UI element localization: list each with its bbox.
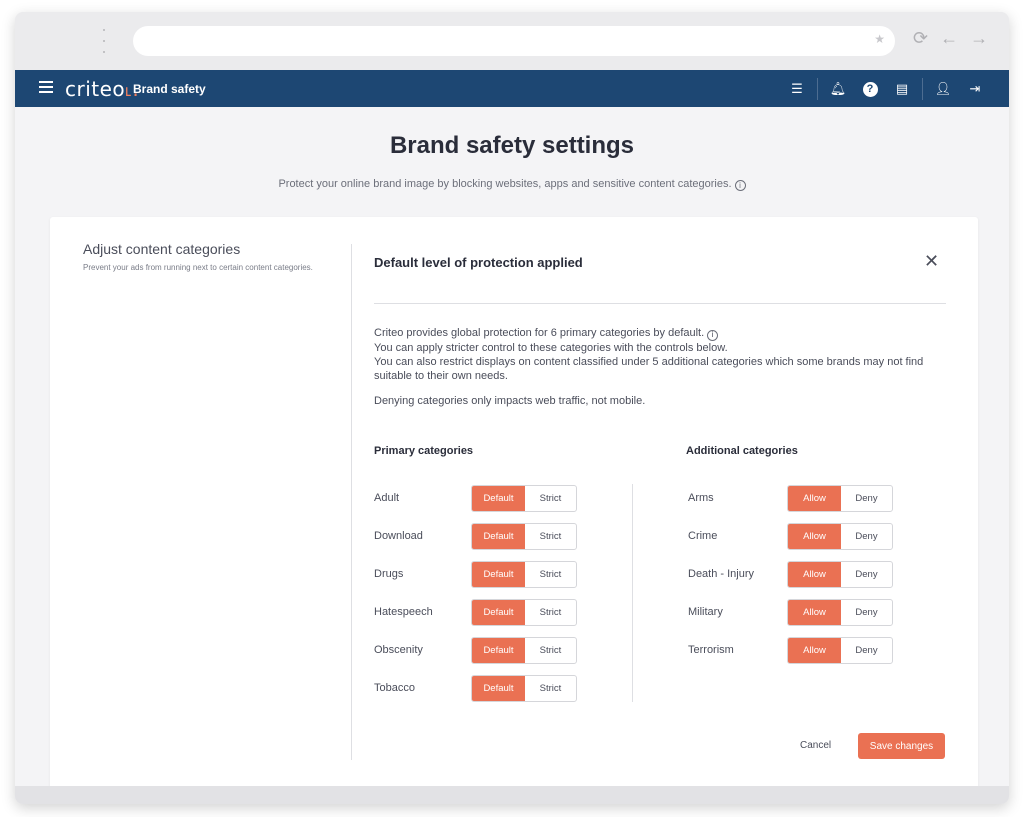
primary-category-toggle: Default Strict xyxy=(471,637,577,664)
additional-category-label: Arms xyxy=(688,492,714,504)
primary-category-label: Drugs xyxy=(374,568,404,580)
column-divider xyxy=(632,484,633,702)
default-option-button[interactable]: Default xyxy=(472,562,525,587)
strict-option-button[interactable]: Strict xyxy=(525,676,576,701)
browser-window: ★ ⟳ ← → criteo˪. Brand safety ☰ 🔔︎ ? ▤ 👤… xyxy=(15,12,1009,804)
allow-option-button[interactable]: Allow xyxy=(788,524,841,549)
default-option-button[interactable]: Default xyxy=(472,486,525,511)
info-icon[interactable]: i xyxy=(707,329,719,341)
additional-category-toggle: Allow Deny xyxy=(787,599,893,626)
back-arrow-icon[interactable]: ← xyxy=(940,28,958,49)
additional-category-toggle: Allow Deny xyxy=(787,561,893,588)
strict-option-button[interactable]: Strict xyxy=(525,486,576,511)
additional-category-label: Military xyxy=(688,606,723,618)
header-divider xyxy=(817,78,818,100)
allow-option-button[interactable]: Allow xyxy=(788,486,841,511)
primary-category-toggle: Default Strict xyxy=(471,485,577,512)
list-icon[interactable]: ☰ xyxy=(781,78,813,100)
primary-category-toggle: Default Strict xyxy=(471,523,577,550)
additional-category-label: Crime xyxy=(688,530,718,542)
url-bar[interactable]: ★ xyxy=(133,26,895,56)
horizontal-divider xyxy=(374,303,946,304)
deny-option-button[interactable]: Deny xyxy=(841,638,892,663)
user-icon[interactable]: 👤︎ xyxy=(927,78,959,100)
bottom-scroll-area xyxy=(15,786,1009,804)
primary-category-label: Hatespeech xyxy=(374,606,433,618)
browser-chrome: ★ ⟳ ← → xyxy=(15,12,1009,70)
additional-category-label: Death - Injury xyxy=(688,568,755,580)
primary-category-toggle: Default Strict xyxy=(471,599,577,626)
additional-category-toggle: Allow Deny xyxy=(787,637,893,664)
document-icon[interactable]: ▤ xyxy=(886,78,918,100)
strict-option-button[interactable]: Strict xyxy=(525,562,576,587)
criteo-logo[interactable]: criteo˪. xyxy=(65,77,139,102)
traffic-note: Denying categories only impacts web traf… xyxy=(374,395,646,407)
primary-category-label: Download xyxy=(374,530,423,542)
primary-category-toggle: Default Strict xyxy=(471,675,577,702)
header-divider xyxy=(922,78,923,100)
help-icon[interactable]: ? xyxy=(854,78,886,100)
close-icon[interactable]: ✕ xyxy=(924,252,939,270)
additional-categories-heading: Additional categories xyxy=(686,445,798,457)
panel-title: Default level of protection applied xyxy=(374,255,583,270)
vertical-divider xyxy=(351,244,352,760)
additional-category-toggle: Allow Deny xyxy=(787,523,893,550)
section-title: Adjust content categories xyxy=(83,241,241,257)
default-option-button[interactable]: Default xyxy=(472,600,525,625)
app-name: Brand safety xyxy=(133,82,206,96)
reload-icon[interactable]: ⟳ xyxy=(913,28,928,49)
default-option-button[interactable]: Default xyxy=(472,638,525,663)
additional-category-label: Terrorism xyxy=(688,644,734,656)
menu-dots-icon[interactable] xyxy=(102,29,106,53)
settings-card: Adjust content categories Prevent your a… xyxy=(50,217,978,789)
default-option-button[interactable]: Default xyxy=(472,524,525,549)
allow-option-button[interactable]: Allow xyxy=(788,562,841,587)
logout-icon[interactable]: ⇥ xyxy=(959,78,991,100)
deny-option-button[interactable]: Deny xyxy=(841,486,892,511)
bookmark-star-icon[interactable]: ★ xyxy=(874,32,885,46)
allow-option-button[interactable]: Allow xyxy=(788,600,841,625)
primary-categories-heading: Primary categories xyxy=(374,445,474,457)
forward-arrow-icon[interactable]: → xyxy=(970,28,988,49)
strict-option-button[interactable]: Strict xyxy=(525,524,576,549)
page-subtitle: Protect your online brand image by block… xyxy=(15,178,1009,191)
panel-description: Criteo provides global protection for 6 … xyxy=(374,327,924,382)
allow-option-button[interactable]: Allow xyxy=(788,638,841,663)
strict-option-button[interactable]: Strict xyxy=(525,638,576,663)
bell-icon[interactable]: 🔔︎ xyxy=(822,78,854,100)
app-header: criteo˪. Brand safety ☰ 🔔︎ ? ▤ 👤︎ ⇥ xyxy=(15,70,1009,107)
primary-category-label: Adult xyxy=(374,492,400,504)
primary-category-label: Tobacco xyxy=(374,682,415,694)
page-title: Brand safety settings xyxy=(389,132,635,159)
strict-option-button[interactable]: Strict xyxy=(525,600,576,625)
additional-category-toggle: Allow Deny xyxy=(787,485,893,512)
deny-option-button[interactable]: Deny xyxy=(841,562,892,587)
default-option-button[interactable]: Default xyxy=(472,676,525,701)
info-icon[interactable]: i xyxy=(734,180,746,191)
save-changes-button[interactable]: Save changes xyxy=(858,733,945,759)
cancel-button[interactable]: Cancel xyxy=(800,740,831,751)
section-description: Prevent your ads from running next to ce… xyxy=(83,263,313,272)
primary-category-toggle: Default Strict xyxy=(471,561,577,588)
primary-category-label: Obscenity xyxy=(374,644,423,656)
deny-option-button[interactable]: Deny xyxy=(841,524,892,549)
deny-option-button[interactable]: Deny xyxy=(841,600,892,625)
hamburger-menu-icon[interactable] xyxy=(39,81,53,95)
